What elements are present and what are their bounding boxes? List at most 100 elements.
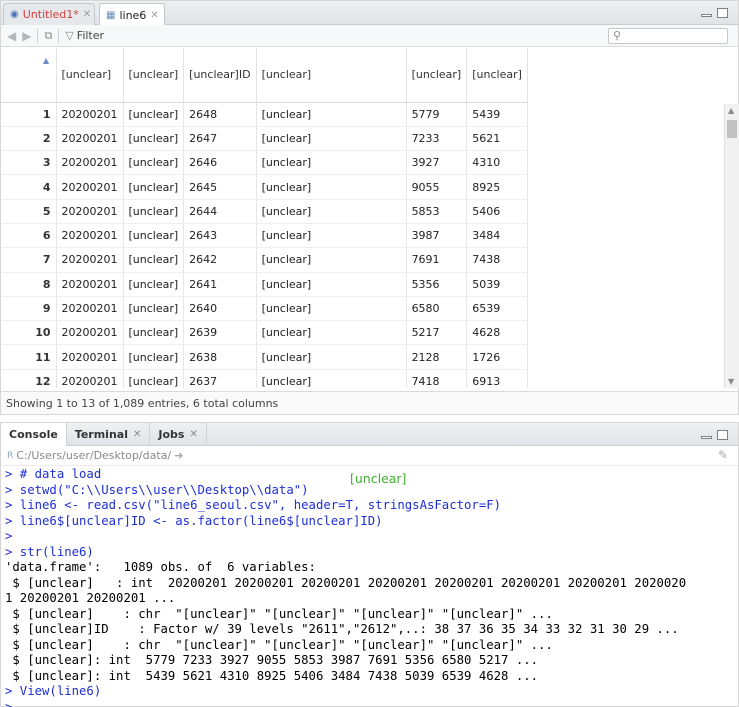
row-number: 6 [1,223,57,249]
tab-untitled1[interactable]: ◉ Untitled1* ✕ [3,3,95,25]
scroll-down-icon[interactable]: ▼ [728,377,734,386]
column-header[interactable]: [unclear] [123,48,185,103]
table-cell: 20200201 [56,126,124,152]
search-input[interactable]: ⚲ [608,28,728,44]
row-number: 3 [1,150,57,176]
row-number: 9 [1,296,57,322]
table-cell: 9055 [406,174,468,200]
goto-directory-icon[interactable]: ➜ [174,449,183,462]
row-number: 11 [1,344,57,370]
table-row[interactable]: 10 20200201 [unclear] 2639 [unclear] 5217 4628 [1,320,528,346]
table-row[interactable]: 11 20200201 [unclear] 2638 [unclear] 2128 1726 [1,344,528,370]
table-cell: 6913 [466,369,528,388]
maximize-icon[interactable] [717,430,728,440]
table-cell: 2128 [406,344,468,370]
row-number: 8 [1,272,57,297]
vertical-scrollbar[interactable]: ▲ ▼ [724,104,739,388]
console-tabbar: Console Terminal ✕ Jobs ✕ [1,423,738,446]
column-header-rownum[interactable]: ▲ [1,48,57,103]
column-header-label: [unclear] [411,68,462,82]
table-cell: 3484 [466,223,528,249]
table-cell: 1726 [466,344,528,370]
minimize-icon[interactable] [701,14,712,17]
table-cell: 20200201 [56,272,124,297]
console-output[interactable]: > # data load > setwd("C:\\Users\\user\\D… [1,467,738,707]
table-cell: 2643 [183,223,257,249]
console-output-line: $ [unclear]ID : Factor w/ 39 levels "261… [5,622,679,636]
table-cell: 3987 [406,223,468,249]
popout-icon[interactable]: ⧉ [44,29,52,43]
table-row[interactable]: 4 20200201 [unclear] 2645 [unclear] 9055 8925 [1,174,528,200]
console-input-line: > str(line6) [5,544,94,559]
table-row[interactable]: 5 20200201 [unclear] 2644 [unclear] 5853 5406 [1,199,528,224]
tab-jobs[interactable]: Jobs ✕ [150,423,207,446]
editor-tabbar: ◉ Untitled1* ✕ ▦ line6 ✕ [1,1,738,26]
column-header[interactable]: [unclear] [406,48,468,103]
row-number: 7 [1,247,57,273]
table-cell: 2644 [183,199,257,224]
column-header[interactable]: [unclear] [466,48,528,103]
column-header-label: [unclear] [61,68,112,82]
table-cell: 2641 [183,272,257,297]
pane-window-controls [701,8,728,18]
table-cell: [unclear] [123,344,185,370]
clear-console-icon[interactable]: ✎ [718,448,728,462]
table-row[interactable]: 1 20200201 [unclear] 2648 [unclear] 5779 5439 [1,102,528,127]
column-header-label: [unclear] [261,68,312,82]
column-header[interactable]: [unclear]ID [183,48,257,103]
console-input-line: > line6 <- read.csv("line6_seoul.csv", h… [5,498,502,512]
table-row[interactable]: 7 20200201 [unclear] 2642 [unclear] 7691 7438 [1,247,528,273]
table-row[interactable]: 6 20200201 [unclear] 2643 [unclear] 3987 3484 [1,223,528,249]
minimize-icon[interactable] [701,436,712,439]
tab-line6[interactable]: ▦ line6 ✕ [99,3,165,26]
scroll-up-icon[interactable]: ▲ [728,106,734,115]
table-cell: 7438 [466,247,528,273]
table-row[interactable]: 8 20200201 [unclear] 2641 [unclear] 5356 5039 [1,272,528,297]
table-cell: [unclear] [256,174,407,200]
tab-label: Jobs [158,428,185,441]
forward-arrow-icon[interactable]: ▶ [22,29,31,43]
table-cell: 20200201 [56,223,124,249]
tab-label: Console [9,428,58,441]
tab-console[interactable]: Console [1,423,67,446]
console-input-line: > [5,699,13,707]
close-icon[interactable]: ✕ [133,429,141,440]
table-cell: 5621 [466,126,528,152]
maximize-icon[interactable] [717,8,728,18]
column-header[interactable]: [unclear] [256,48,407,103]
table-cell: 20200201 [56,102,124,127]
table-row[interactable]: 3 20200201 [unclear] 2646 [unclear] 3927 4310 [1,150,528,176]
table-cell: [unclear] [256,126,407,152]
scrollbar-thumb[interactable] [727,120,737,138]
table-row[interactable]: 9 20200201 [unclear] 2640 [unclear] 6580 6539 [1,296,528,322]
console-input-line: > View(line6) [5,684,102,698]
filter-label: Filter [76,29,105,42]
console-output-line: $ [unclear]: int 5439 5621 4310 8925 540… [5,668,539,683]
close-icon[interactable]: ✕ [189,429,197,440]
tab-terminal[interactable]: Terminal ✕ [67,423,151,446]
table-icon: ▦ [106,9,116,21]
table-cell: [unclear] [123,174,185,200]
back-arrow-icon[interactable]: ◀ [7,29,16,43]
close-icon[interactable]: ✕ [83,9,91,20]
table-cell: 2638 [183,344,257,370]
table-cell: 20200201 [56,344,124,370]
filter-button[interactable]: ▽ Filter [65,29,104,42]
r-logo-icon: R [7,450,14,461]
console-input-line: > [5,529,13,543]
table-row[interactable]: 2 20200201 [unclear] 2647 [unclear] 7233 5621 [1,126,528,152]
table-cell: 5356 [406,272,468,297]
console-input-line: > line6$[unclear]ID <- as.factor(line6$[… [5,513,383,528]
row-number: 12 [1,369,57,388]
table-cell: 2639 [183,320,257,346]
close-icon[interactable]: ✕ [150,10,158,21]
table-row[interactable]: 12 20200201 [unclear] 2637 [unclear] 7418 6913 [1,369,528,388]
column-header[interactable]: [unclear] [56,48,124,103]
table-cell: 20200201 [56,150,124,176]
table-cell: [unclear] [256,102,407,127]
row-number: 10 [1,320,57,346]
table-cell: [unclear] [123,223,185,249]
table-cell: [unclear] [123,369,185,388]
row-number: 4 [1,174,57,200]
table-cell: [unclear] [123,296,185,322]
